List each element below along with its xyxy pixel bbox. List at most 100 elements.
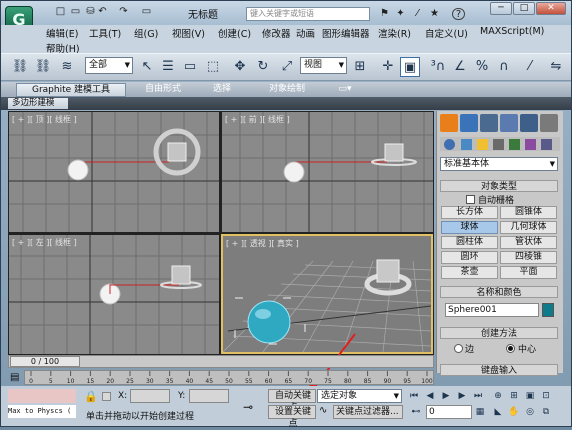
select-object-icon[interactable]: ↖ [137, 57, 157, 77]
current-frame-field[interactable]: 0 [426, 405, 472, 419]
utilities-panel-icon[interactable] [540, 114, 558, 132]
key-mode-dropdown[interactable]: 选定对象 [317, 389, 402, 403]
time-slider-thumb[interactable]: 0 / 100 [10, 356, 80, 367]
absolute-mode-icon[interactable] [102, 392, 111, 401]
object-button-box[interactable]: 长方体 [441, 206, 498, 219]
motion-panel-icon[interactable] [500, 114, 518, 132]
viewport-left[interactable] [9, 235, 219, 354]
zoom-extents-all-icon[interactable]: ⊡ [540, 390, 552, 402]
project-folder-icon[interactable]: ▭ [140, 6, 153, 18]
y-coordinate-field[interactable] [189, 389, 229, 403]
shapes-icon[interactable] [461, 139, 472, 150]
track-bar[interactable]: 0 5 10 15 20 25 30 35 40 45 50 55 60 65 70 75 80 85 90 95 10… [24, 370, 434, 385]
object-color-swatch[interactable] [542, 303, 554, 317]
menu-animation[interactable]: 动画 [296, 26, 315, 40]
search-input[interactable]: 键入关键字或短语 [246, 7, 370, 21]
keyboard-shortcut-override-icon[interactable]: ▣ [400, 57, 420, 77]
select-and-move-icon[interactable]: ✥ [230, 57, 250, 77]
tab-selection[interactable]: 选择 [200, 83, 244, 97]
percent-snap-icon[interactable]: % [472, 57, 492, 77]
select-and-scale-icon[interactable]: ⤢ [277, 57, 297, 77]
open-file-icon[interactable]: ▭ [69, 6, 82, 18]
creation-method-rollout[interactable]: 创建方法 [440, 327, 558, 339]
zoom-all-icon[interactable]: ⊞ [508, 390, 520, 402]
viewport-top-label[interactable]: [ + ][ 顶 ][ 线框 ] [12, 114, 77, 125]
tab-graphite-modeling[interactable]: Graphite 建模工具 [16, 83, 126, 97]
menu-group[interactable]: 组(G) [134, 26, 158, 40]
select-and-link-icon[interactable]: ⛓ [10, 57, 30, 77]
set-key-button[interactable]: 设置关键点 [268, 405, 316, 429]
time-config-icon[interactable]: ▦ [474, 406, 486, 418]
communication-icon[interactable]: ✦ [394, 8, 407, 20]
menu-rendering[interactable]: 渲染(R) [378, 26, 411, 40]
create-panel-icon[interactable] [440, 114, 458, 132]
radio-center[interactable] [506, 344, 515, 353]
maxscript-listener-top[interactable] [8, 389, 76, 403]
goto-end-icon[interactable]: ⏭ [472, 390, 484, 402]
field-of-view-icon[interactable]: ◣ [492, 406, 504, 418]
object-button-tube[interactable]: 管状体 [500, 236, 557, 249]
primitive-type-dropdown[interactable]: 标准基本体 [440, 157, 558, 171]
favorites-icon[interactable]: ★ [428, 8, 441, 20]
unlink-icon[interactable]: ⛓ [33, 57, 53, 77]
set-key-icon[interactable]: ⊸ [243, 400, 253, 414]
lock-selection-icon[interactable]: 🔒 [84, 390, 98, 403]
helpers-icon[interactable] [509, 139, 520, 150]
viewport-front[interactable] [222, 112, 433, 232]
key-filters-icon[interactable]: ∿ [319, 405, 327, 416]
geometry-icon[interactable] [444, 139, 455, 150]
object-button-plane[interactable]: 平面 [500, 266, 557, 279]
object-button-geosphere[interactable]: 几何球体 [500, 221, 557, 234]
zoom-icon[interactable]: ⊕ [492, 390, 504, 402]
maximize-button[interactable]: □ [513, 2, 535, 15]
key-mode-icon[interactable]: ⊷ [410, 406, 422, 418]
menu-modifiers[interactable]: 修改器 [262, 26, 291, 40]
tab-object-paint[interactable]: 对象绘制 [254, 83, 320, 97]
viewport-front-label[interactable]: [ + ][ 前 ][ 线框 ] [225, 114, 290, 125]
hierarchy-panel-icon[interactable] [480, 114, 498, 132]
close-button[interactable]: ✕ [536, 2, 566, 15]
key-filters-button[interactable]: 关键点过滤器... [333, 405, 403, 419]
object-button-teapot[interactable]: 茶壶 [441, 266, 498, 279]
window-crossing-icon[interactable]: ⬚ [203, 57, 223, 77]
autogrid-checkbox[interactable] [466, 195, 475, 204]
lights-icon[interactable] [477, 139, 488, 150]
maximize-viewport-icon[interactable]: ⧉ [540, 406, 552, 418]
modify-panel-icon[interactable] [460, 114, 478, 132]
menu-tools[interactable]: 工具(T) [89, 26, 121, 40]
minimize-button[interactable]: ─ [490, 2, 512, 15]
bind-space-warp-icon[interactable]: ≋ [57, 57, 77, 77]
orbit-icon[interactable]: ◎ [524, 406, 536, 418]
keyboard-entry-rollout[interactable]: 键盘输入 [440, 364, 558, 376]
auto-key-button[interactable]: 自动关键点 [268, 389, 316, 413]
menu-edit[interactable]: 编辑(E) [46, 26, 78, 40]
menu-maxscript[interactable]: MAXScript(M) [480, 26, 544, 37]
object-button-pyramid[interactable]: 四棱锥 [500, 251, 557, 264]
viewport-top[interactable] [9, 112, 219, 232]
space-warps-icon[interactable] [525, 139, 536, 150]
menu-views[interactable]: 视图(V) [172, 26, 205, 40]
x-coordinate-field[interactable] [130, 389, 170, 403]
systems-icon[interactable] [541, 139, 552, 150]
object-button-cylinder[interactable]: 圆柱体 [441, 236, 498, 249]
trackbar-mini-curve-icon[interactable]: ▤ [10, 370, 22, 385]
select-and-rotate-icon[interactable]: ↻ [253, 57, 273, 77]
radio-edge[interactable] [454, 344, 463, 353]
snaps-toggle-icon[interactable]: ³∩ [428, 57, 448, 77]
help-icon[interactable]: ? [452, 8, 465, 20]
goto-start-icon[interactable]: ⏮ [408, 390, 420, 402]
infocenter-icon[interactable]: ⚑ [378, 8, 391, 20]
spinner-snap-icon[interactable]: ∩ [494, 57, 514, 77]
name-color-rollout[interactable]: 名称和颜色 [440, 286, 558, 298]
menu-customize[interactable]: 自定义(U) [425, 26, 468, 40]
menu-graph-editors[interactable]: 图形编辑器 [322, 26, 370, 40]
object-type-rollout[interactable]: 对象类型 [440, 180, 558, 192]
object-button-cone[interactable]: 圆锥体 [500, 206, 557, 219]
region-selection-icon[interactable]: ▭ [180, 57, 200, 77]
new-file-icon[interactable]: □ [54, 6, 67, 18]
zoom-extents-icon[interactable]: ▣ [524, 390, 536, 402]
cameras-icon[interactable] [493, 139, 504, 150]
named-selection-icon[interactable]: ⁄ [520, 57, 540, 77]
object-button-torus[interactable]: 圆环 [441, 251, 498, 264]
tab-freeform[interactable]: 自由形式 [136, 83, 190, 97]
